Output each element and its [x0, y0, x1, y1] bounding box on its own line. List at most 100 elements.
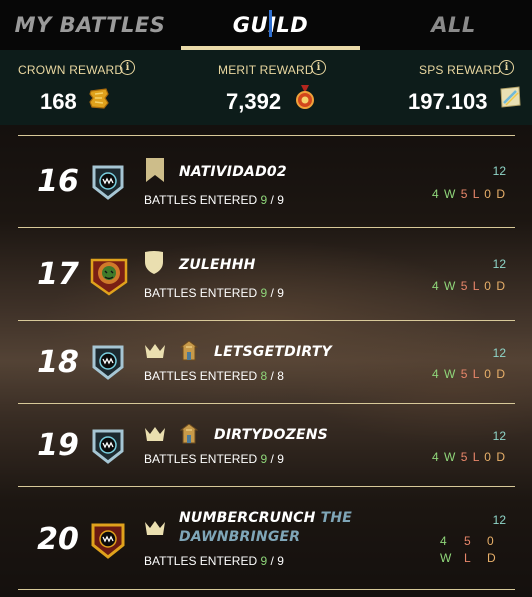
win-loss-draw: 4 W 5 L 0 D: [432, 187, 506, 201]
battles-entered-separator: /: [270, 286, 274, 300]
tab-my-battles[interactable]: MY BATTLES: [10, 0, 170, 50]
win-loss-draw: 4 W 5 L 0 D: [432, 450, 506, 464]
guild-hall-icon: [179, 340, 199, 366]
crown-icon: [144, 426, 166, 447]
table-row[interactable]: 18 LETSGETDIRTY BATTLES ENTERED 8 / 8 12…: [18, 320, 515, 403]
merit-reward-label: MERIT REWARD: [218, 63, 314, 77]
player-name[interactable]: NATIVIDAD02: [179, 164, 287, 180]
rank-number: 17: [37, 257, 79, 292]
battles-entered-separator: /: [270, 452, 274, 466]
table-row[interactable]: 16 NATIVIDAD02 BATTLES ENTERED 9 / 9 12 …: [18, 135, 515, 227]
guild-points: 12: [492, 429, 506, 443]
guild-points: 12: [492, 513, 506, 527]
battles-entered-total: 9: [277, 452, 284, 466]
win-loss-draw: 4 W 5 L 0 D: [432, 279, 506, 293]
crown-icon: [144, 520, 166, 541]
draws-label: D: [496, 450, 506, 464]
rank-number: 16: [37, 164, 79, 199]
player-name[interactable]: LETSGETDIRTY: [214, 344, 332, 360]
merit-reward: MERIT REWARD i 7,392: [177, 50, 355, 125]
battles-entered: BATTLES ENTERED 9 / 9: [144, 554, 284, 568]
losses-count: 5: [460, 450, 469, 464]
text-cursor: [269, 10, 272, 37]
wins-count: 4: [440, 534, 447, 548]
table-row[interactable]: 20 NUMBERCRUNCH THE DAWNBRINGER BATTLES …: [18, 486, 515, 589]
merit-medal-icon: [295, 85, 315, 116]
losses-label: L: [464, 551, 471, 565]
crown-reward: CROWN REWARD i 168: [0, 50, 177, 125]
losses-count: 5: [464, 534, 471, 548]
battles-entered: BATTLES ENTERED 8 / 8: [144, 369, 284, 383]
rank-number: 19: [37, 428, 79, 463]
rank-number: 20: [37, 522, 79, 557]
battles-entered-total: 8: [277, 369, 284, 383]
draws-label: D: [487, 551, 496, 565]
battles-entered-count: 9: [260, 193, 268, 207]
losses-label: L: [472, 367, 480, 381]
battles-entered-label: BATTLES ENTERED: [144, 286, 258, 300]
battles-entered-count: 9: [260, 286, 268, 300]
player-name[interactable]: ZULEHHH: [179, 257, 256, 273]
win-loss-draw: 4 W 5 L 0 D: [432, 367, 506, 381]
draws-count: 0: [484, 279, 492, 293]
battles-entered-total: 9: [277, 286, 284, 300]
draws-count: 0: [487, 534, 494, 548]
draws-count: 0: [484, 187, 492, 201]
table-row[interactable]: 17 ZULEHHH BATTLES ENTERED 9 / 9 12 4 W …: [18, 227, 515, 320]
draws-count: 0: [484, 367, 492, 381]
battles-entered: BATTLES ENTERED 9 / 9: [144, 193, 284, 207]
battles-entered-separator: /: [270, 369, 274, 383]
losses-label: L: [472, 187, 480, 201]
sps-reward-value: 197.103: [408, 89, 488, 114]
battles-entered-total: 9: [277, 554, 284, 568]
player-title: DAWNBRINGER: [179, 529, 300, 545]
losses-label: L: [472, 279, 480, 293]
crown-token-icon: [88, 86, 110, 115]
table-row[interactable]: 19 DIRTYDOZENS BATTLES ENTERED 9 / 9 12 …: [18, 403, 515, 486]
guild-hall-icon: [179, 423, 199, 449]
losses-count: 5: [460, 279, 469, 293]
battles-entered: BATTLES ENTERED 9 / 9: [144, 286, 284, 300]
crown-reward-info-icon[interactable]: i: [120, 60, 135, 75]
draws-label: D: [496, 279, 506, 293]
player-name[interactable]: DIRTYDOZENS: [214, 427, 328, 443]
avatar: [88, 341, 128, 386]
sps-reward-label: SPS REWARD: [419, 63, 502, 77]
draws-label: D: [496, 367, 506, 381]
guild-points: 12: [492, 346, 506, 360]
losses-count: 5: [460, 187, 469, 201]
battles-entered: BATTLES ENTERED 9 / 9: [144, 452, 284, 466]
avatar: [88, 519, 128, 564]
losses-count: 5: [460, 367, 469, 381]
losses-label: L: [472, 450, 480, 464]
draws-label: D: [496, 187, 506, 201]
guild-points: 12: [492, 257, 506, 271]
draws-count: 0: [484, 450, 492, 464]
crown-icon: [144, 343, 166, 364]
tab-all[interactable]: ALL: [375, 0, 532, 50]
battles-entered-total: 9: [277, 193, 284, 207]
tab-bar: MY BATTLES GUILD ALL: [0, 0, 532, 50]
guild-points: 12: [492, 164, 506, 178]
merit-reward-value: 7,392: [226, 89, 282, 114]
avatar: [88, 425, 128, 470]
avatar: [88, 252, 130, 301]
wins-count: 4: [431, 367, 440, 381]
sps-token-icon: [498, 85, 522, 114]
wins-label: W: [440, 551, 452, 565]
player-title-the: THE: [320, 510, 353, 526]
battles-entered-count: 9: [260, 554, 268, 568]
player-name[interactable]: NUMBERCRUNCH THE: [179, 510, 352, 526]
shield-icon: [144, 250, 164, 279]
sps-reward-info-icon[interactable]: i: [499, 60, 514, 75]
battles-entered-separator: /: [270, 554, 274, 568]
avatar: [88, 161, 128, 206]
player-name-text: NUMBERCRUNCH: [179, 510, 316, 526]
divider: [18, 589, 515, 590]
merit-reward-info-icon[interactable]: i: [311, 60, 326, 75]
rank-number: 18: [37, 345, 79, 380]
battles-entered-label: BATTLES ENTERED: [144, 452, 258, 466]
battles-entered-separator: /: [270, 193, 274, 207]
wins-label: W: [444, 450, 457, 464]
banner-icon: [144, 158, 166, 187]
